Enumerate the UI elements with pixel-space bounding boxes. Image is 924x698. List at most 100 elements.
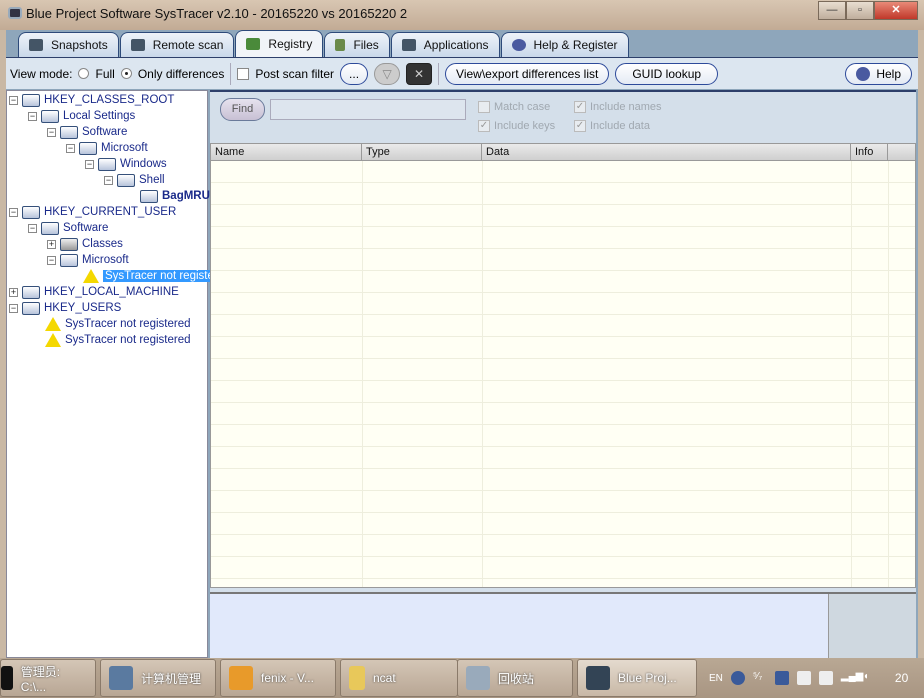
tree-node[interactable]: − Local Settings [28, 108, 135, 124]
tree-node[interactable]: SysTracer not registered [28, 316, 190, 332]
full-radio[interactable] [78, 68, 90, 79]
tree-node[interactable]: − Shell [104, 172, 165, 188]
tree-node[interactable]: − Microsoft [47, 252, 129, 268]
taskbar-item-computer-management[interactable]: 计算机管理 [100, 659, 216, 697]
minimize-button[interactable]: — [818, 1, 846, 20]
column-name[interactable]: Name [211, 144, 362, 160]
help-icon [511, 39, 526, 51]
tree-node-label: SysTracer not registe [103, 270, 216, 282]
folder-link-icon [60, 237, 78, 251]
tree-node[interactable]: SysTracer not registered [28, 332, 190, 348]
collapse-icon[interactable]: − [28, 111, 37, 121]
expand-icon[interactable]: + [47, 239, 56, 249]
collapse-icon[interactable]: − [47, 127, 56, 137]
power-icon[interactable] [818, 671, 833, 685]
expand-icon[interactable]: + [9, 287, 18, 297]
taskbar-item-vmware[interactable]: fenix - V... [220, 659, 336, 697]
network-icon [130, 39, 145, 51]
camera-icon [29, 39, 43, 51]
clear-filter-icon[interactable]: ✕ [406, 62, 433, 85]
language-indicator[interactable]: EN [709, 673, 723, 684]
taskbar-label: 计算机管理 [141, 671, 202, 686]
include-data-checkbox[interactable]: ✓ [574, 120, 586, 132]
network-signal-icon[interactable]: ▂▄▆ [841, 671, 863, 685]
only-differences-radio[interactable] [120, 68, 132, 79]
taskbar-item-cmd[interactable]: 管理员: C:\... [0, 659, 96, 697]
ime-icon[interactable]: ⁵⁄₇ [753, 671, 767, 685]
collapse-icon[interactable]: − [28, 223, 37, 233]
collapse-icon[interactable]: − [66, 143, 75, 153]
collapse-icon[interactable]: − [9, 207, 18, 217]
column-type[interactable]: Type [362, 144, 482, 160]
include-names-checkbox[interactable]: ✓ [574, 101, 586, 113]
tab-label: Remote scan [152, 38, 224, 52]
tree-node[interactable]: − Microsoft [66, 140, 148, 156]
column-divider [888, 161, 889, 587]
tree-node-label: Software [82, 126, 128, 138]
tree-node[interactable]: BagMRU [123, 188, 210, 204]
tree-node-label: BagMRU [162, 190, 210, 202]
tree-node[interactable]: − Software [47, 124, 127, 140]
registry-tree[interactable]: − HKEY_CLASSES_ROOT − Local Settings − Softwa… [6, 90, 216, 658]
folder-icon [60, 125, 78, 139]
close-button[interactable]: ✕ [874, 1, 918, 20]
divider [230, 62, 232, 85]
column-info[interactable]: Info [851, 144, 888, 160]
include-keys-option[interactable]: ✓ Include keys [478, 120, 555, 132]
tree-node-label: SysTracer not registered [65, 318, 191, 330]
tree-node-label: HKEY_USERS [44, 302, 122, 314]
taskbar-item-systracer[interactable]: Blue Proj... [577, 659, 697, 697]
taskbar-label: ncat [373, 671, 396, 685]
tree-node[interactable]: − HKEY_USERS [9, 300, 121, 316]
maximize-button[interactable]: ▫ [846, 1, 874, 20]
help-tray-icon[interactable] [730, 671, 745, 685]
device-icon[interactable] [796, 671, 811, 685]
tree-node-label: Microsoft [82, 254, 129, 266]
tab-label: Registry [268, 37, 313, 51]
find-input[interactable] [270, 99, 466, 120]
collapse-icon[interactable]: − [104, 175, 113, 185]
tab-help-register[interactable]: Help & Register [500, 32, 629, 57]
tree-node[interactable]: − HKEY_CURRENT_USER [9, 204, 176, 220]
collapse-icon[interactable]: − [9, 95, 18, 105]
column-data[interactable]: Data [482, 144, 851, 160]
recycle-bin-icon [466, 666, 490, 690]
filter-options-button[interactable]: ... [340, 62, 369, 85]
tree-node[interactable]: − Windows [85, 156, 167, 172]
include-keys-checkbox[interactable]: ✓ [478, 120, 490, 132]
match-case-checkbox[interactable] [478, 101, 490, 113]
taskbar-item-recycle-bin[interactable]: 回收站 [457, 659, 573, 697]
collapse-icon[interactable]: − [47, 255, 56, 265]
tray-app-icon[interactable] [774, 671, 789, 685]
tab-files[interactable]: Files [324, 32, 390, 57]
volume-icon[interactable]: ◖ [863, 671, 877, 685]
tab-snapshots[interactable]: Snapshots [18, 32, 119, 57]
filter-funnel-button[interactable]: ▽ [374, 62, 401, 85]
folder-icon [98, 157, 116, 171]
column-divider [851, 161, 852, 587]
collapse-icon[interactable]: − [85, 159, 94, 169]
help-button[interactable]: Help [845, 62, 912, 85]
match-case-option[interactable]: Match case [478, 101, 550, 113]
include-data-option[interactable]: ✓ Include data [574, 120, 650, 132]
find-button[interactable]: Find [220, 98, 265, 121]
include-names-option[interactable]: ✓ Include names [574, 101, 662, 113]
tree-node[interactable]: − Software [28, 220, 108, 236]
guid-lookup-button[interactable]: GUID lookup [615, 62, 719, 85]
view-export-button[interactable]: View\export differences list [445, 62, 610, 85]
tree-node-label: HKEY_LOCAL_MACHINE [44, 286, 179, 298]
tab-registry[interactable]: Registry [235, 30, 324, 57]
tab-remote-scan[interactable]: Remote scan [119, 32, 235, 57]
taskbar-item-ncat[interactable]: ncat [340, 659, 458, 697]
folder-icon [22, 93, 40, 107]
clock[interactable]: 20 [895, 671, 908, 685]
files-icon [335, 39, 346, 51]
table-header: Name Type Data Info [211, 144, 915, 161]
tree-node[interactable]: SysTracer not registe [66, 268, 216, 284]
post-scan-filter-checkbox[interactable] [237, 67, 250, 80]
tree-node[interactable]: + Classes [47, 236, 123, 252]
tree-node[interactable]: + HKEY_LOCAL_MACHINE [9, 284, 179, 300]
collapse-icon[interactable]: − [9, 303, 18, 313]
tab-applications[interactable]: Applications [390, 32, 500, 57]
tree-node[interactable]: − HKEY_CLASSES_ROOT [9, 92, 174, 108]
